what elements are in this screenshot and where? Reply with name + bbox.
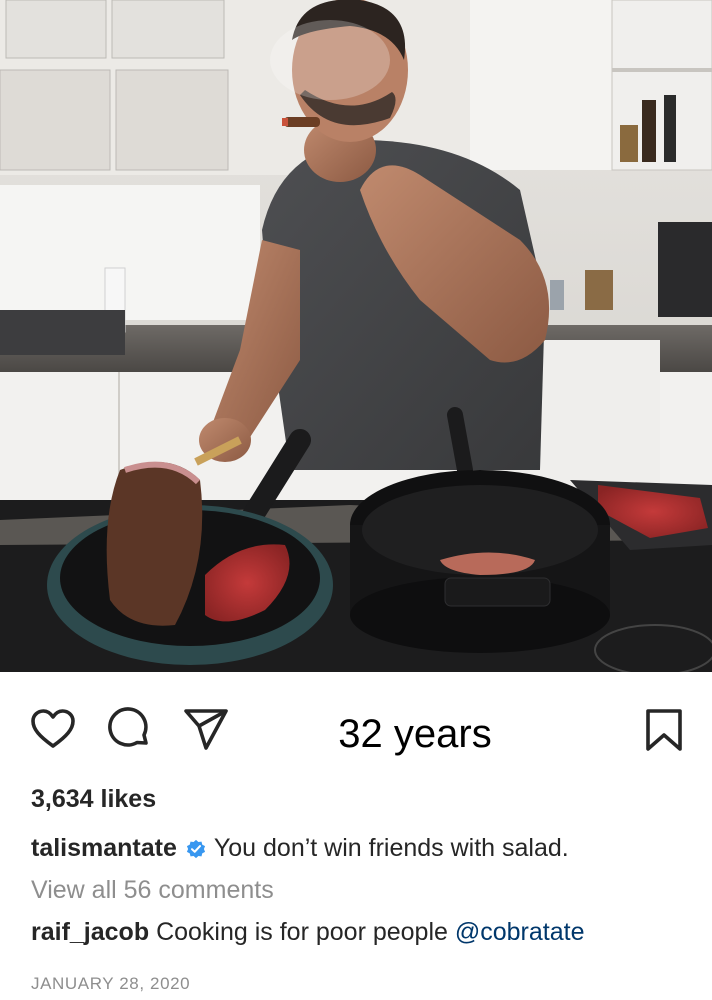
verified-badge-icon [185,838,207,860]
comment-item: raif_jacob Cooking is for poor people @c… [31,918,585,947]
post-photo-illustration [0,0,712,672]
comment-text: Cooking is for poor people [156,918,448,946]
overlay-caption-text: 32 years [338,712,492,756]
likes-count[interactable]: 3,634 likes [31,785,156,814]
heart-icon[interactable] [29,705,77,753]
view-all-comments-link[interactable]: View all 56 comments [31,876,274,905]
post-photo[interactable] [0,0,712,672]
post-action-bar: 32 years [0,672,712,794]
caption-text: You don’t win friends with salad. [213,834,569,862]
post-date: JANUARY 28, 2020 [31,974,191,993]
post-caption: talismantate You don’t win friends with … [31,834,569,863]
paper-plane-icon[interactable] [182,705,230,753]
speech-bubble-icon[interactable] [105,705,153,753]
comment-username[interactable]: raif_jacob [31,918,149,946]
comment-mention[interactable]: @cobratate [455,918,585,946]
bookmark-icon[interactable] [640,707,688,755]
caption-username[interactable]: talismantate [31,834,177,863]
